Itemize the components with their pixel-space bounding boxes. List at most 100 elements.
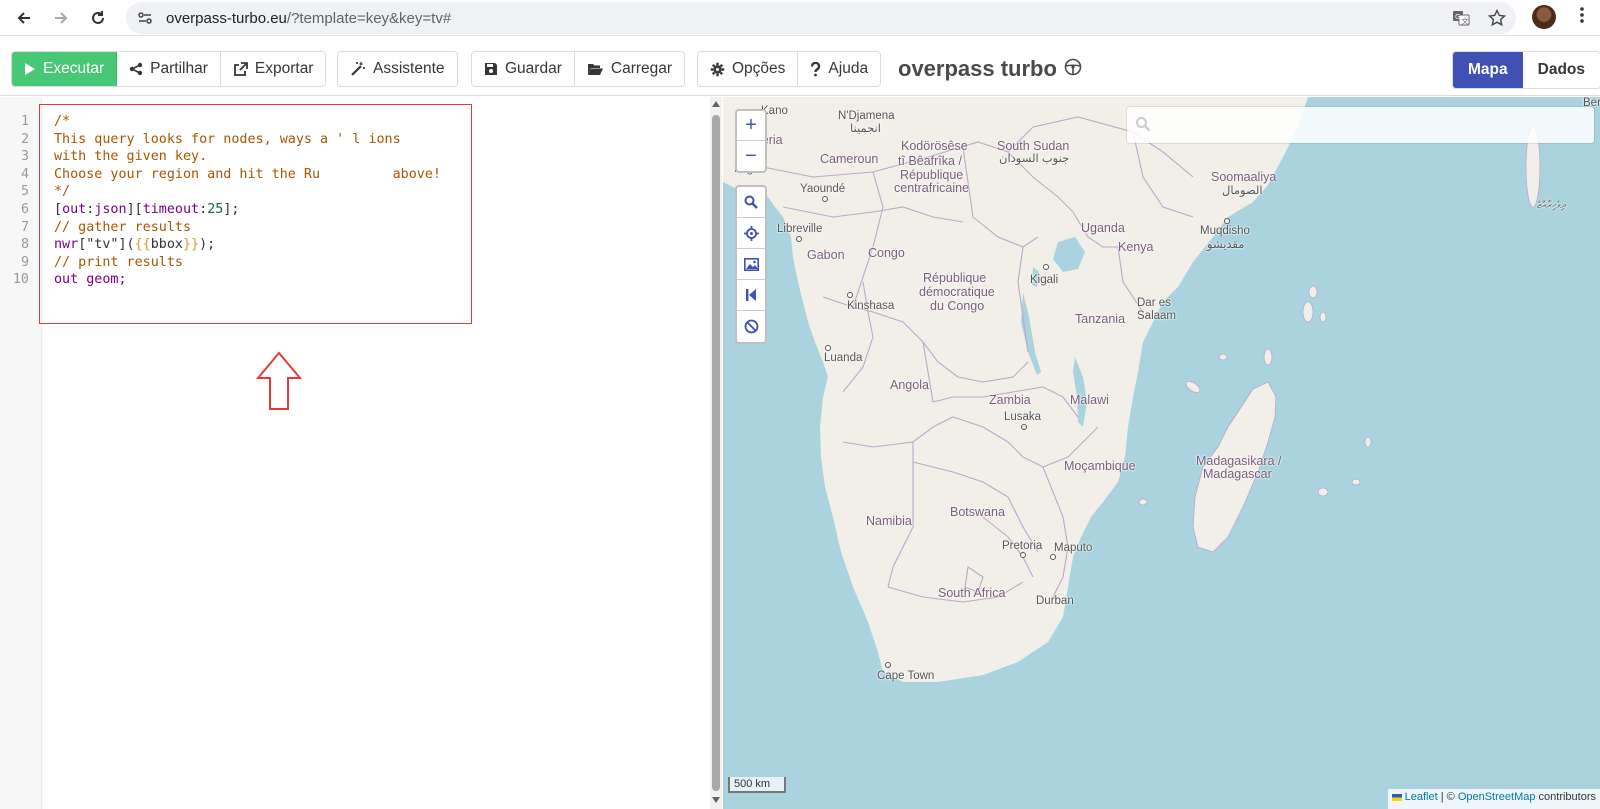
label-kenya: Kenya (1118, 240, 1154, 254)
export-label: Exportar (254, 60, 314, 77)
map-attribution: Leaflet | © OpenStreetMap contributors (1387, 789, 1600, 809)
code-line[interactable]: 2 This query looks for nodes, ways a ' l … (0, 132, 401, 150)
zoom-control: + − (735, 109, 767, 173)
code-line[interactable]: 9// print results (0, 255, 183, 273)
code-line[interactable]: 5 */ (0, 184, 70, 202)
code-line[interactable]: 1/* (0, 114, 70, 132)
search-icon (1135, 116, 1151, 137)
editor-scrollbar[interactable] (710, 97, 722, 809)
reload-icon[interactable] (86, 6, 110, 30)
save-button[interactable]: Guardar (472, 52, 575, 86)
export-button[interactable]: Exportar (220, 52, 326, 86)
code-lines[interactable]: 1/* 2 This query looks for nodes, ways a '… (0, 114, 441, 290)
map-view[interactable]: Kano N'Djamena انجمينا Nigeria Lagos Cam… (723, 97, 1600, 809)
label-drc-1: République (923, 271, 987, 285)
label-luanda: Luanda (824, 352, 863, 364)
label-south-sudan: South Sudan (997, 139, 1070, 153)
label-botswana: Botswana (950, 505, 1005, 519)
tab-map[interactable]: Mapa (1453, 52, 1523, 88)
code-line[interactable]: 8 nwr["tv"]({{bbox}}); (0, 237, 215, 255)
label-muqdisho-ar: مقديشو (1207, 239, 1245, 251)
bookmark-star-icon[interactable] (1487, 8, 1507, 27)
zoom-to-data-button[interactable] (737, 187, 765, 218)
label-muqdisho: Muqdisho (1200, 225, 1250, 237)
label-gabon: Gabon (807, 248, 845, 262)
locate-me-button[interactable] (737, 218, 765, 249)
city-dot-maputo (1050, 554, 1056, 560)
external-link-icon (233, 61, 248, 76)
scroll-up-arrow[interactable] (712, 101, 720, 107)
rewind-button[interactable] (737, 280, 765, 311)
svg-text:G: G (1455, 13, 1460, 21)
label-ndjamena-ar: انجمينا (850, 123, 881, 135)
label-lusaka: Lusaka (1004, 411, 1042, 423)
map-land (723, 97, 1541, 682)
play-icon (25, 63, 35, 75)
highlight-box (39, 104, 472, 324)
image-icon (743, 257, 759, 271)
label-uganda: Uganda (1081, 221, 1125, 235)
label-dar-1: Dar es (1137, 297, 1171, 309)
share-icon (129, 62, 143, 76)
browser-menu-icon[interactable] (1572, 6, 1592, 30)
label-south-africa: South Africa (938, 586, 1006, 600)
code-line[interactable]: 10 out geom; (0, 272, 127, 290)
help-button[interactable]: Ajuda (798, 52, 881, 86)
code-line[interactable]: 6 [out:json][timeout:25]; (0, 201, 240, 220)
svg-text:文: 文 (1462, 17, 1469, 26)
question-icon (811, 61, 821, 76)
label-car-2: tî Bêafrîka / (898, 154, 962, 168)
settings-button[interactable]: Opções (698, 52, 799, 86)
line-number: 10 (12, 272, 29, 288)
url-host: overpass-turbo.eu (166, 10, 287, 27)
leaflet-link[interactable]: Leaflet (1405, 791, 1438, 803)
scroll-down-arrow[interactable] (712, 797, 720, 803)
line-number: 6 (20, 201, 29, 217)
app-title: overpass turbo (898, 56, 1057, 81)
site-info-icon[interactable] (136, 9, 154, 27)
map-scale: 500 km (728, 777, 786, 793)
profile-avatar[interactable] (1532, 5, 1556, 29)
label-yaounde: Yaoundé (800, 183, 846, 195)
export-image-button[interactable] (737, 249, 765, 280)
load-button[interactable]: Carregar (574, 52, 685, 86)
share-button[interactable]: Partilhar (117, 52, 221, 86)
code-line[interactable]: 3 with the given key. (0, 149, 207, 167)
back-icon[interactable] (12, 6, 36, 30)
label-malawi: Malawi (1070, 393, 1109, 407)
wizard-button[interactable]: Assistente (338, 52, 457, 86)
tab-data[interactable]: Dados (1522, 52, 1600, 88)
label-cameroun: Cameroun (820, 152, 879, 166)
osm-link[interactable]: OpenStreetMap (1458, 791, 1536, 803)
overpass-logo-icon (1064, 58, 1082, 76)
zoom-in-button[interactable]: + (737, 111, 765, 141)
label-ndjamena: N'Djamena (838, 110, 895, 122)
city-dot-luanda (825, 345, 831, 351)
line-number: 4 (20, 166, 29, 182)
clear-data-button[interactable] (737, 311, 765, 342)
code-line[interactable]: 7// gather results (0, 220, 191, 238)
share-label: Partilhar (150, 60, 208, 77)
run-button[interactable]: Executar (12, 52, 118, 86)
forward-icon[interactable] (49, 6, 73, 30)
flag-icon (1391, 793, 1402, 801)
settings-help-group: Opções Ajuda (697, 51, 882, 87)
label-maldives: ދިވެހިރާއްޖެ (1537, 200, 1566, 211)
scroll-thumb[interactable] (712, 115, 720, 791)
zoom-out-button[interactable]: − (737, 141, 765, 171)
label-libreville: Libreville (777, 223, 823, 235)
translate-icon[interactable]: 文G (1452, 9, 1470, 27)
label-somalia-ar: الصومال (1222, 185, 1263, 197)
query-editor[interactable]: 1/* 2 This query looks for nodes, ways a '… (0, 97, 722, 809)
city-dot-kigali (1043, 264, 1049, 270)
load-label: Carregar (610, 60, 673, 77)
up-arrow-annotation (256, 351, 302, 410)
label-madagascar-2: Madagascar (1203, 467, 1272, 481)
city-dot-kinshasa (847, 292, 853, 298)
gear-icon (710, 62, 725, 76)
address-bar[interactable]: overpass-turbo.eu/?template=key&key=tv# … (126, 2, 1516, 34)
code-line[interactable]: 4 Choose your region and hit the Ru above… (0, 166, 441, 185)
label-drc-3: du Congo (930, 299, 985, 313)
map-search-input[interactable] (1127, 107, 1594, 143)
browser-toolbar: overpass-turbo.eu/?template=key&key=tv# … (0, 0, 1600, 36)
